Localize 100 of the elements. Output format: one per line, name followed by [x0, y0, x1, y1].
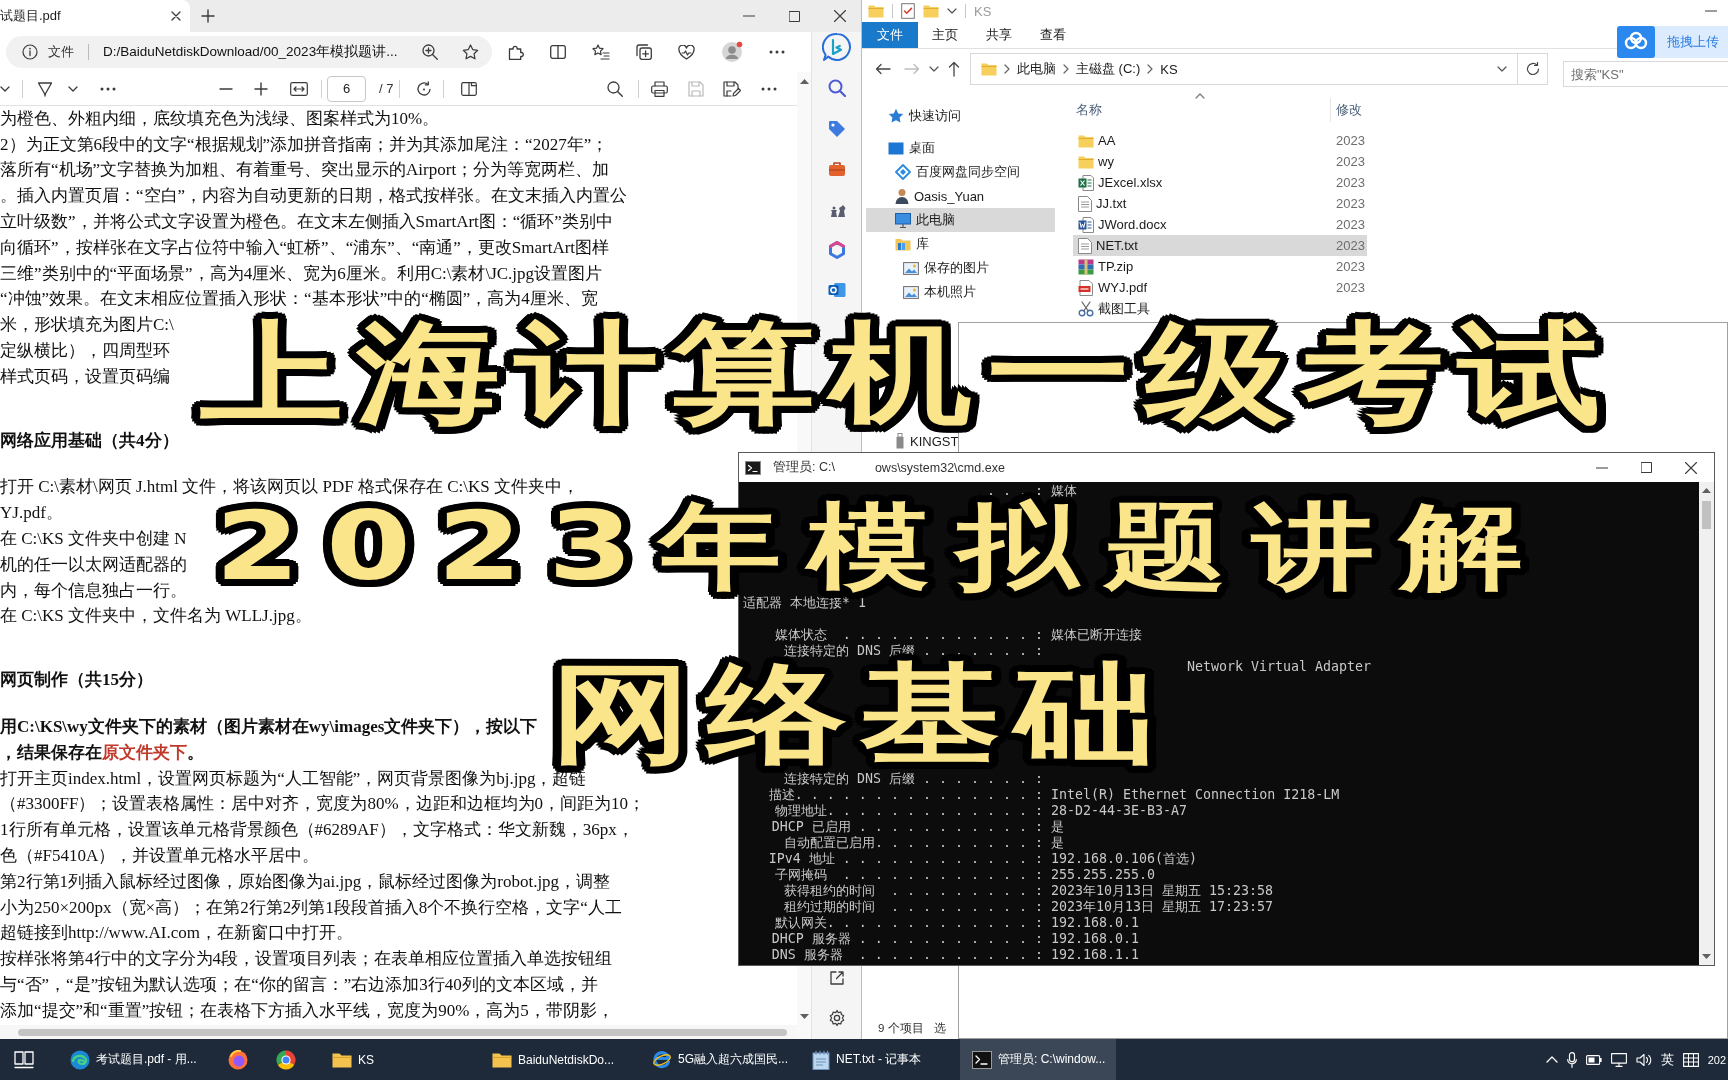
page-number-field[interactable]: 6 [327, 75, 366, 102]
taskbar-button[interactable]: KS [320, 1039, 476, 1080]
battery-icon[interactable] [1585, 1054, 1602, 1065]
ribbon-tab[interactable]: 主页 [918, 22, 972, 48]
network-monitor-icon[interactable] [1610, 1052, 1627, 1067]
nav-item[interactable]: 本机照片 [903, 280, 976, 304]
url-text[interactable]: D:/BaiduNetdiskDownload/00_2023年模拟题讲... [103, 43, 398, 61]
nav-item[interactable]: 库 [895, 232, 929, 256]
zoom-in-icon[interactable] [422, 44, 438, 60]
file-row[interactable]: NET.txt 2023 [1073, 235, 1367, 256]
nav-item[interactable]: 百度网盘同步空间 [895, 160, 1020, 184]
ribbon-tab[interactable]: 共享 [972, 22, 1026, 48]
minimize-icon[interactable] [1596, 466, 1608, 469]
split-screen-icon[interactable] [550, 45, 566, 59]
maximize-icon[interactable] [1641, 462, 1652, 473]
save-as-icon[interactable] [723, 80, 742, 97]
grid-icon[interactable] [1682, 1052, 1699, 1067]
avatar-icon[interactable] [721, 41, 743, 63]
down-triangle-icon[interactable] [1702, 954, 1711, 959]
info-icon[interactable] [22, 44, 38, 60]
close-icon[interactable] [1685, 461, 1697, 474]
breadcrumb-item[interactable]: KS [1160, 61, 1178, 77]
nav-item[interactable]: 此电脑 [866, 208, 1055, 232]
refresh-icon[interactable] [1525, 62, 1540, 76]
scrollbar-thumb[interactable] [1702, 501, 1711, 529]
down-triangle-icon[interactable] [799, 1014, 809, 1019]
microphone-icon[interactable] [1566, 1051, 1577, 1068]
browser-tab[interactable]: 试题目.pdf [0, 0, 190, 32]
more-icon[interactable] [100, 86, 116, 91]
chevron-right-icon[interactable] [1004, 64, 1010, 74]
chevron-right-icon[interactable] [1147, 64, 1154, 74]
taskbar-button[interactable]: 5G融入超六成国民... [640, 1039, 796, 1080]
clock-text[interactable]: 202 [1707, 1053, 1726, 1066]
more-icon[interactable] [769, 50, 785, 54]
file-row[interactable]: JWord.docx 2023 [1073, 214, 1367, 235]
input-language-label[interactable]: 英 [1660, 1050, 1674, 1069]
tag-icon[interactable] [827, 120, 846, 138]
puzzle-icon[interactable] [508, 44, 524, 60]
plus-icon[interactable] [201, 9, 215, 23]
chevron-right-icon[interactable] [1063, 64, 1069, 74]
back-arrow-icon[interactable] [875, 63, 891, 75]
fit-width-icon[interactable] [290, 81, 308, 96]
chevron-down-icon[interactable] [947, 8, 957, 14]
sort-caret-icon[interactable] [1195, 93, 1205, 99]
file-row[interactable]: JJ.txt 2023 [1073, 193, 1367, 214]
close-icon[interactable] [171, 11, 181, 21]
file-row[interactable]: wy 2023 [1073, 151, 1367, 172]
column-header[interactable]: 修改 [1336, 102, 1362, 117]
nav-item[interactable]: Oasis_Yuan [895, 184, 985, 208]
up-arrow-icon[interactable] [948, 61, 960, 77]
breadcrumb-item[interactable]: 主磁盘 (C:) [1076, 60, 1141, 78]
upload-button[interactable]: 拖拽上传 [1617, 26, 1728, 58]
star-icon[interactable] [462, 44, 479, 60]
search-icon[interactable] [607, 80, 624, 97]
address-field[interactable]: 文件 D:/BaiduNetdiskDownload/00_2023年模拟题讲... [6, 36, 492, 68]
plus-icon[interactable] [254, 81, 268, 96]
print-icon[interactable] [651, 80, 669, 97]
chevron-down-icon[interactable] [0, 85, 10, 92]
collections-icon[interactable] [636, 44, 652, 60]
hexagon-logo-icon[interactable] [827, 241, 846, 259]
minus-icon[interactable] [219, 87, 233, 90]
chat-logo-icon[interactable] [821, 32, 852, 62]
settings-icon[interactable] [827, 1009, 846, 1027]
maximize-icon[interactable] [789, 10, 800, 22]
pen-tip-icon[interactable] [37, 80, 53, 97]
up-triangle-icon[interactable] [799, 79, 809, 84]
taskbar-button[interactable]: BaiduNetdiskDo... [480, 1039, 636, 1080]
ribbon-tab[interactable]: 查看 [1026, 22, 1080, 48]
page-view-icon[interactable] [461, 80, 478, 97]
scrollbar[interactable] [1699, 482, 1714, 965]
chevron-down-icon[interactable] [929, 66, 939, 72]
search-field[interactable]: 搜索"KS" [1563, 61, 1728, 87]
favorites-icon[interactable] [592, 44, 610, 60]
chevron-up-icon[interactable] [1545, 1056, 1558, 1063]
open-external-icon[interactable] [828, 970, 845, 986]
nav-item[interactable]: 桌面 [888, 136, 935, 160]
chevron-down-icon[interactable] [1497, 66, 1507, 72]
nav-item[interactable]: 保存的图片 [903, 256, 989, 280]
file-row[interactable]: TP.zip 2023 [1073, 256, 1367, 277]
nav-item[interactable]: 快速访问 [888, 104, 961, 128]
file-row[interactable]: WYJ.pdf 2023 [1073, 277, 1367, 298]
more-icon[interactable] [761, 86, 778, 91]
taskbar-button[interactable]: 考试题目.pdf - 用... [58, 1039, 214, 1080]
file-row[interactable]: JExcel.xlsx 2023 [1073, 172, 1367, 193]
search-icon[interactable] [827, 79, 846, 97]
refresh-button[interactable] [1518, 53, 1548, 85]
rotate-icon[interactable] [416, 80, 433, 97]
taskbar-button[interactable]: NET.txt - 记事本 [800, 1039, 956, 1080]
speaker-icon[interactable] [1635, 1052, 1652, 1067]
heart-pulse-icon[interactable] [678, 44, 695, 60]
up-triangle-icon[interactable] [1702, 488, 1711, 493]
briefcase-icon[interactable] [827, 161, 846, 177]
file-row[interactable]: 截图工具 [1073, 298, 1367, 319]
address-field[interactable]: 此电脑 主磁盘 (C:) KS [970, 53, 1518, 85]
chevron-down-icon[interactable] [68, 85, 78, 92]
scrollbar[interactable] [0, 1025, 797, 1039]
close-icon[interactable] [834, 10, 846, 22]
ribbon-tab[interactable]: 文件 [862, 22, 918, 48]
taskbar-button[interactable]: 管理员: C:\window... [960, 1039, 1116, 1080]
breadcrumb-item[interactable]: 此电脑 [1017, 60, 1056, 78]
